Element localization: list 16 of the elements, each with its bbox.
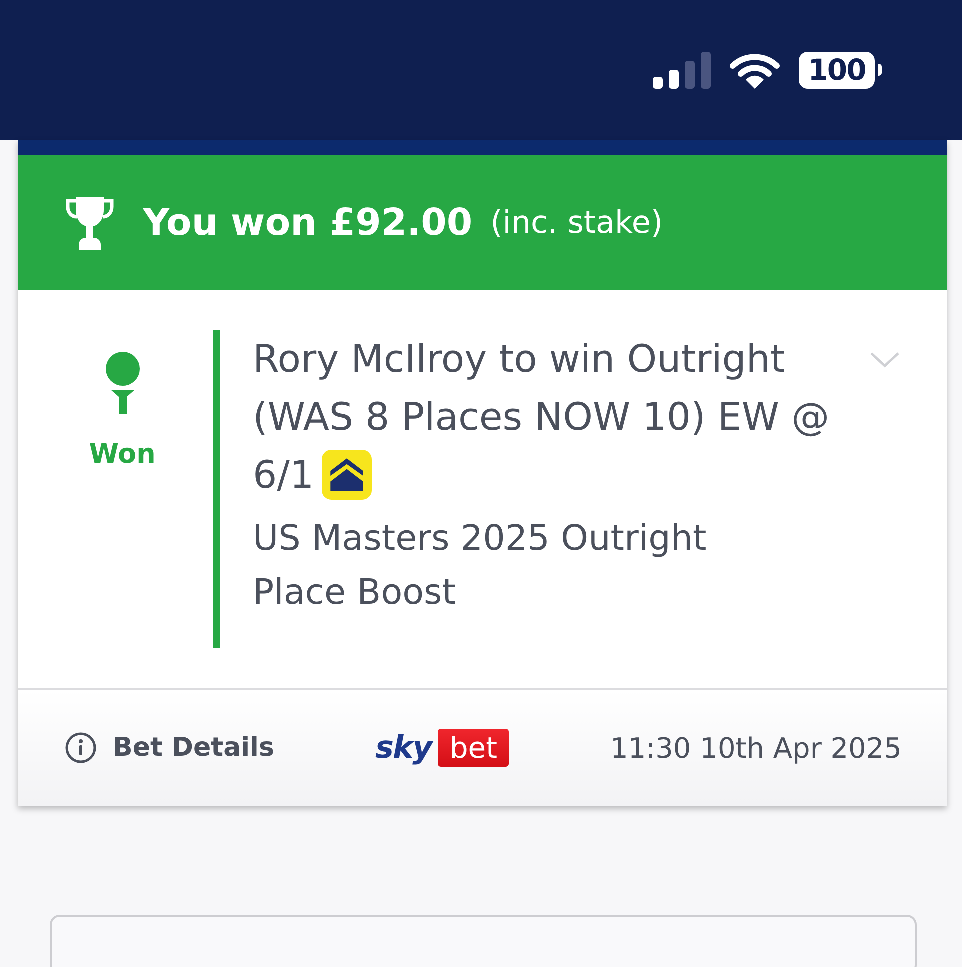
winnings-headline: You won £92.00 bbox=[143, 201, 473, 244]
signal-icon bbox=[653, 52, 711, 88]
placed-time: 11:30 10th Apr 2025 bbox=[610, 732, 902, 764]
selection-text: Rory McIlroy to win Outright (WAS 8 Places NOW 10) EW @ 6/1 bbox=[253, 337, 830, 497]
info-icon bbox=[65, 732, 97, 764]
bet-details-link[interactable]: Bet Details bbox=[65, 732, 274, 764]
chevron-icon[interactable] bbox=[870, 352, 900, 368]
stake-note: (inc. stake) bbox=[490, 204, 664, 240]
market-text: US Masters 2025 Outright Place Boost bbox=[253, 518, 708, 615]
result-label: Won bbox=[89, 438, 156, 472]
wifi-icon bbox=[729, 52, 781, 88]
cut-off-button[interactable] bbox=[50, 915, 917, 967]
battery-percentage: 100 bbox=[799, 52, 875, 88]
trophy-icon bbox=[65, 196, 115, 250]
brand-wordmark: sky bbox=[376, 730, 432, 766]
brand-badge: bet bbox=[438, 729, 510, 767]
